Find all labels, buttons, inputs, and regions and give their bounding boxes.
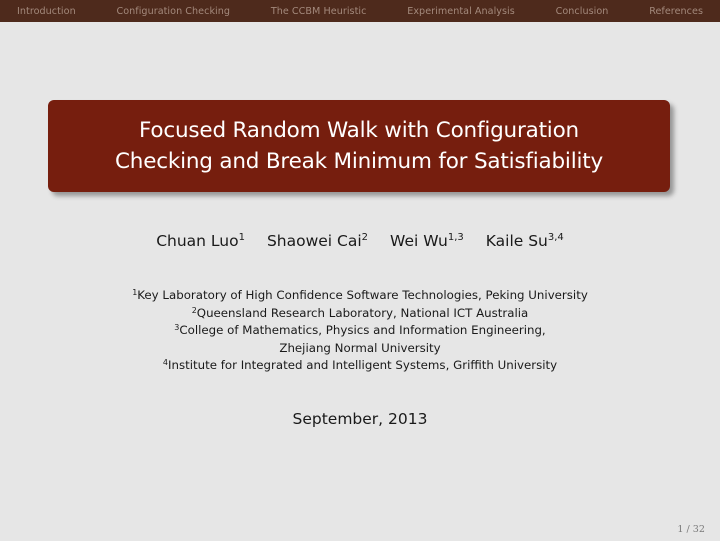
author-affiliation-mark: 3,4 — [547, 232, 564, 243]
affiliation-text: Zhejiang Normal University — [279, 340, 441, 355]
title-box: Focused Random Walk with Configuration C… — [48, 100, 670, 192]
page-number: 1 / 32 — [677, 524, 705, 535]
affiliation-text: Queensland Research Laboratory, National… — [196, 305, 529, 320]
affiliation-list: 1Key Laboratory of High Confidence Softw… — [0, 287, 720, 375]
affiliation: 3College of Mathematics, Physics and Inf… — [0, 322, 720, 340]
author-affiliation-mark: 1,3 — [447, 232, 464, 243]
author: Chuan Luo1 — [156, 232, 245, 250]
nav-item-experimental-analysis[interactable]: Experimental Analysis — [407, 6, 515, 17]
nav-item-introduction[interactable]: Introduction — [17, 6, 76, 17]
affiliation-text: Key Laboratory of High Confidence Softwa… — [137, 288, 588, 302]
nav-item-ccbm-heuristic[interactable]: The CCBM Heuristic — [271, 6, 367, 17]
author-affiliation-mark: 1 — [238, 232, 245, 243]
author: Kaile Su3,4 — [486, 232, 564, 250]
author-name: Chuan Luo — [156, 232, 239, 250]
author-name: Kaile Su — [485, 232, 548, 250]
affiliation: 1Key Laboratory of High Confidence Softw… — [0, 287, 720, 305]
affiliation-continuation: Zhejiang Normal University — [0, 340, 720, 358]
author-name: Shaowei Cai — [266, 232, 362, 250]
author: Shaowei Cai2 — [267, 232, 368, 250]
title-line-2: Checking and Break Minimum for Satisfiab… — [114, 149, 604, 174]
nav-item-configuration-checking[interactable]: Configuration Checking — [116, 6, 230, 17]
affiliation: 2Queensland Research Laboratory, Nationa… — [0, 305, 720, 323]
affiliation: 4Institute for Integrated and Intelligen… — [0, 357, 720, 375]
presentation-date: September, 2013 — [292, 410, 428, 428]
section-navbar: Introduction Configuration Checking The … — [0, 0, 720, 22]
affiliation-text: Institute for Integrated and Intelligent… — [167, 358, 558, 372]
affiliation-text: College of Mathematics, Physics and Info… — [179, 323, 546, 337]
nav-item-references[interactable]: References — [649, 6, 703, 17]
title-line-1: Focused Random Walk with Configuration — [139, 118, 579, 143]
author-list: Chuan Luo1 Shaowei Cai2 Wei Wu1,3 Kaile … — [0, 232, 720, 250]
nav-item-conclusion[interactable]: Conclusion — [556, 6, 609, 17]
author-affiliation-mark: 2 — [361, 232, 369, 243]
author: Wei Wu1,3 — [390, 232, 464, 250]
author-name: Wei Wu — [390, 232, 448, 250]
